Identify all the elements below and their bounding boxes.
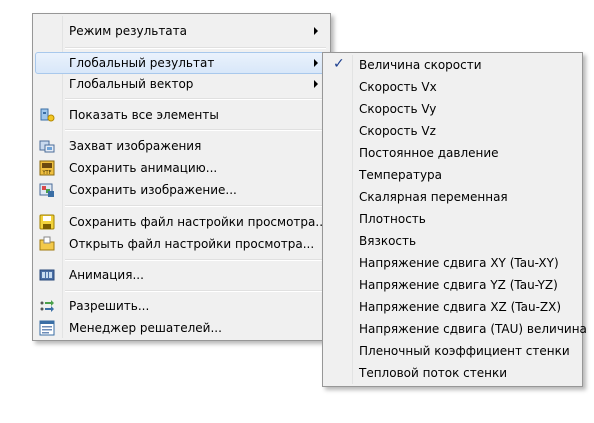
submenu-item-velocity-vz[interactable]: Скорость Vz xyxy=(325,120,580,142)
menu-item-label: Глобальный результат xyxy=(69,56,215,70)
menu-separator xyxy=(65,290,326,292)
menu-item-open-view-settings[interactable]: Открыть файл настройки просмотра... xyxy=(35,233,328,255)
menu-item-result-mode[interactable]: Режим результата xyxy=(35,20,328,42)
submenu-arrow-icon xyxy=(314,59,318,67)
menu-separator xyxy=(65,98,326,100)
save-image-icon xyxy=(39,182,55,198)
menu-item-save-animation[interactable]: YTF Сохранить анимацию... xyxy=(35,157,328,179)
menu-item-label: Сохранить анимацию... xyxy=(69,161,218,175)
menu-item-solver-manager[interactable]: Менеджер решателей... xyxy=(35,317,328,339)
submenu-item-static-pressure[interactable]: Постоянное давление xyxy=(325,142,580,164)
submenu-item-label: Постоянное давление xyxy=(359,146,499,160)
save-view-settings-icon xyxy=(39,214,55,230)
animation-icon xyxy=(39,267,55,283)
menu-item-global-result[interactable]: Глобальный результат xyxy=(35,52,328,74)
submenu-item-shear-stress-magnitude[interactable]: Напряжение сдвига (TAU) величина xyxy=(325,318,587,340)
submenu-item-label: Скорость Vy xyxy=(359,102,437,116)
menu-item-label: Сохранить изображение... xyxy=(69,183,237,197)
menu-item-label: Сохранить файл настройки просмотра... xyxy=(69,215,327,229)
submenu-item-label: Напряжение сдвига (TAU) величина xyxy=(359,322,587,336)
submenu-item-velocity-vx[interactable]: Скорость Vx xyxy=(325,76,580,98)
submenu-item-velocity-vy[interactable]: Скорость Vy xyxy=(325,98,580,120)
submenu-item-label: Напряжение сдвига XZ (Tau-ZX) xyxy=(359,300,562,314)
submenu-item-shear-stress-xy[interactable]: Напряжение сдвига XY (Tau-XY) xyxy=(325,252,580,274)
submenu-arrow-icon xyxy=(314,80,318,88)
submenu-item-label: Вязкость xyxy=(359,234,417,248)
menu-item-animation[interactable]: Анимация... xyxy=(35,264,328,286)
menu-separator xyxy=(65,205,326,207)
submenu-item-shear-stress-xz[interactable]: Напряжение сдвига XZ (Tau-ZX) xyxy=(325,296,580,318)
global-result-submenu: ✓ Величина скорости Скорость Vx Скорость… xyxy=(322,52,587,387)
menu-item-capture-image[interactable]: Захват изображения xyxy=(35,135,328,157)
submenu-item-wall-heat-flux[interactable]: Тепловой поток стенки xyxy=(325,362,580,384)
submenu-item-wall-film-coefficient[interactable]: Пленочный коэффициент стенки xyxy=(325,340,580,362)
menu-item-label: Режим результата xyxy=(69,24,188,38)
menu-item-label: Анимация... xyxy=(69,268,144,282)
menu-item-label: Менеджер решателей... xyxy=(69,321,222,335)
menu-item-solve[interactable]: Разрешить... xyxy=(35,295,328,317)
save-animation-icon: YTF xyxy=(39,160,55,176)
submenu-item-label: Напряжение сдвига YZ (Tau-YZ) xyxy=(359,278,558,292)
submenu-item-velocity-magnitude[interactable]: ✓ Величина скорости xyxy=(325,54,580,76)
submenu-item-shear-stress-yz[interactable]: Напряжение сдвига YZ (Tau-YZ) xyxy=(325,274,580,296)
menu-item-global-vector[interactable]: Глобальный вектор xyxy=(35,73,328,95)
submenu-item-label: Температура xyxy=(359,168,443,182)
menu-item-label: Показать все элементы xyxy=(69,108,219,122)
menu-item-save-image[interactable]: Сохранить изображение... xyxy=(35,179,328,201)
menu-separator xyxy=(65,259,326,261)
submenu-item-label: Плотность xyxy=(359,212,426,226)
submenu-item-temperature[interactable]: Температура xyxy=(325,164,580,186)
menu-item-save-view-settings[interactable]: Сохранить файл настройки просмотра... xyxy=(35,211,328,233)
solve-icon xyxy=(39,298,55,314)
submenu-item-density[interactable]: Плотность xyxy=(325,208,580,230)
menu-item-label: Открыть файл настройки просмотра... xyxy=(69,237,315,251)
menu-item-label: Разрешить... xyxy=(69,299,150,313)
submenu-item-label: Скалярная переменная xyxy=(359,190,508,204)
menu-separator xyxy=(65,47,326,49)
submenu-item-viscosity[interactable]: Вязкость xyxy=(325,230,580,252)
svg-text:YTF: YTF xyxy=(42,170,52,176)
submenu-item-label: Пленочный коэффициент стенки xyxy=(359,344,570,358)
capture-icon xyxy=(39,138,55,154)
submenu-item-label: Напряжение сдвига XY (Tau-XY) xyxy=(359,256,559,270)
submenu-arrow-icon xyxy=(314,27,318,35)
context-menu: Режим результата Глобальный результат Гл… xyxy=(32,13,331,341)
solver-manager-icon xyxy=(39,320,55,336)
menu-item-label: Захват изображения xyxy=(69,139,202,153)
menu-item-show-all[interactable]: Показать все элементы xyxy=(35,104,328,126)
submenu-item-label: Скорость Vz xyxy=(359,124,436,138)
checkmark-icon: ✓ xyxy=(333,56,345,72)
submenu-item-scalar-variable[interactable]: Скалярная переменная xyxy=(325,186,580,208)
menu-separator xyxy=(65,129,326,131)
submenu-item-label: Тепловой поток стенки xyxy=(359,366,508,380)
open-view-settings-icon xyxy=(39,236,55,252)
show-all-icon xyxy=(39,107,55,123)
menu-item-label: Глобальный вектор xyxy=(69,77,194,91)
submenu-item-label: Величина скорости xyxy=(359,58,482,72)
submenu-item-label: Скорость Vx xyxy=(359,80,437,94)
